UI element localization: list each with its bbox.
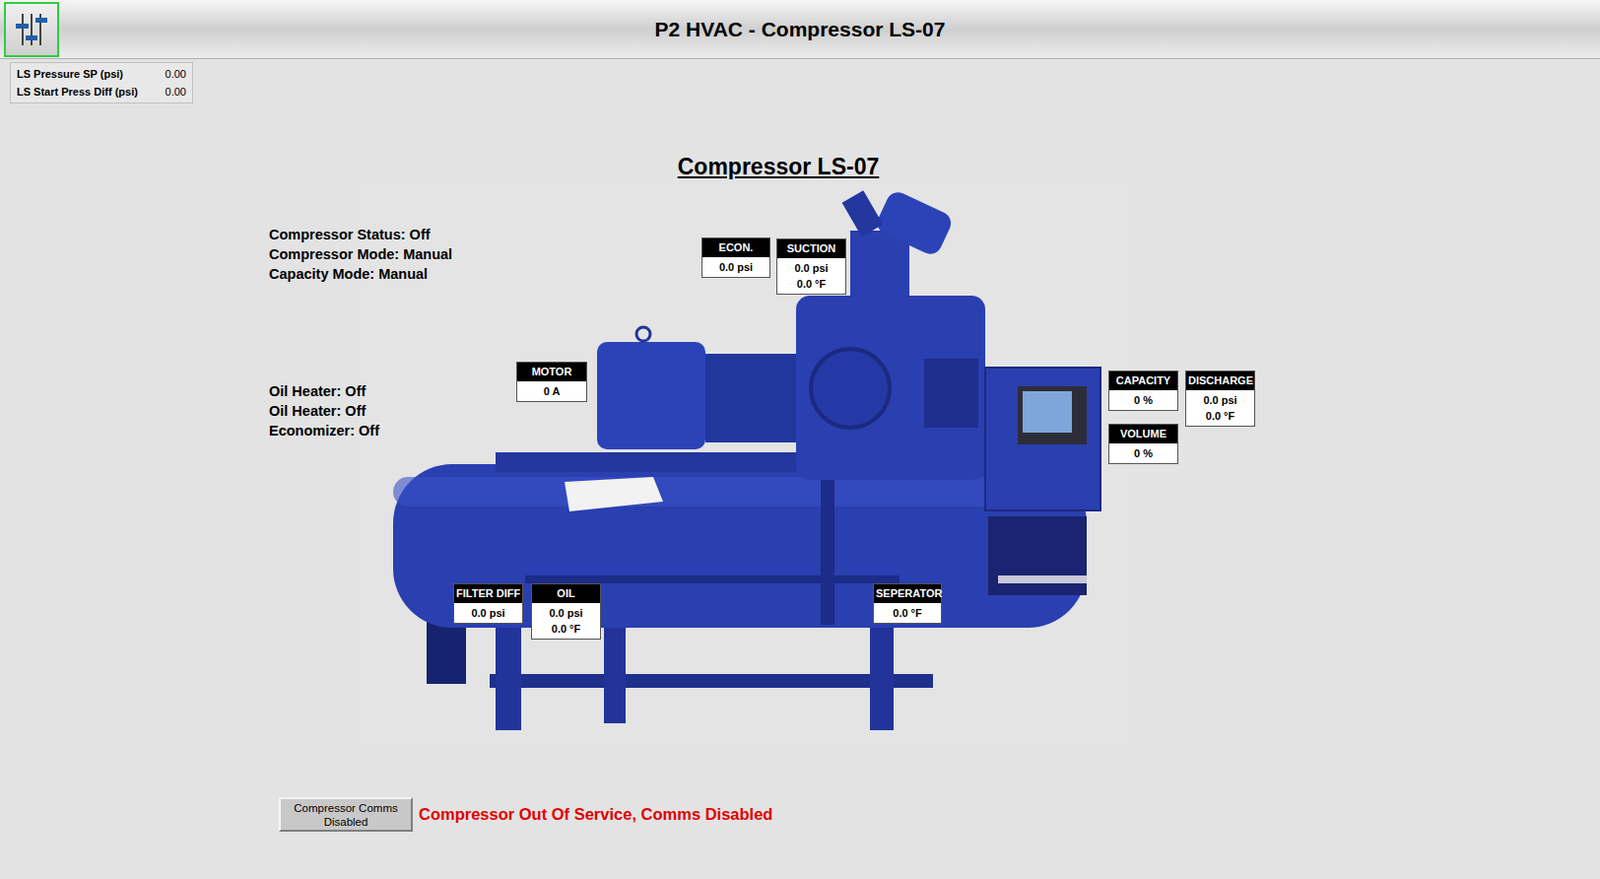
- setpoint-panel: LS Pressure SP (psi)0.00LS Start Press D…: [9, 62, 194, 104]
- gauge-label: OIL: [532, 584, 600, 603]
- gauge-label: FILTER DIFF: [454, 584, 523, 603]
- comms-row: Compressor Comms DisabledCompressor Out …: [278, 797, 773, 832]
- app: P2 HVAC - Compressor LS-07 LS Pressure SP…: [0, 0, 1600, 879]
- gauge-value: 0.0 °F: [532, 620, 600, 637]
- canvas: LS Pressure SP (psi)0.00LS Start Press D…: [0, 59, 1600, 879]
- gauge-value: 0 %: [1109, 445, 1178, 462]
- gauge-box: CAPACITY0 %: [1108, 370, 1179, 411]
- heater-line: Oil Heater: Off: [268, 400, 380, 421]
- gauge-value: 0.0 °F: [777, 275, 846, 292]
- status-line: Compressor Status: Off: [268, 224, 453, 245]
- gauge-value: 0.0 °F: [1186, 407, 1255, 424]
- gauge-label: VOLUME: [1109, 424, 1178, 444]
- gauge-box: SUCTION0.0 psi0.0 °F: [776, 238, 847, 295]
- gauge-value: 0 %: [1109, 392, 1178, 408]
- menu-button[interactable]: [3, 1, 60, 58]
- status-block: Compressor Status: OffCompressor Mode: M…: [268, 224, 453, 284]
- heater-line: Oil Heater: Off: [268, 381, 380, 401]
- setpoint-row: LS Pressure SP (psi)0.00: [16, 65, 187, 83]
- gauge-label: ECON.: [702, 238, 770, 258]
- heater-line: Economizer: Off: [268, 420, 380, 441]
- gauge-label: DISCHARGE: [1186, 371, 1255, 391]
- gauge-box: ECON.0.0 psi: [701, 237, 771, 278]
- gauge-box: VOLUME0 %: [1108, 423, 1179, 465]
- gauge-value: 0.0 psi: [532, 604, 600, 621]
- comms-button[interactable]: Compressor Comms Disabled: [278, 797, 413, 832]
- gauge-value: 0.0 °F: [873, 604, 941, 621]
- comms-message: Compressor Out Of Service, Comms Disable…: [418, 801, 773, 827]
- status-line: Compressor Mode: Manual: [268, 244, 453, 265]
- gauge-label: MOTOR: [517, 362, 587, 382]
- gauge-value: 0.0 psi: [702, 259, 770, 275]
- sliders-icon: [11, 9, 52, 50]
- gauge-box: DISCHARGE0.0 psi0.0 °F: [1185, 370, 1256, 427]
- status-line: Capacity Mode: Manual: [268, 264, 453, 284]
- title-bar: P2 HVAC - Compressor LS-07: [0, 0, 1600, 60]
- gauge-value: 0.0 psi: [454, 604, 523, 621]
- page-title: P2 HVAC - Compressor LS-07: [655, 13, 946, 46]
- compressor-title: Compressor LS-07: [630, 149, 927, 185]
- gauge-value: 0.0 psi: [777, 260, 846, 276]
- gauge-value: 0.0 psi: [1186, 392, 1255, 408]
- gauge-box: SEPERATOR0.0 °F: [872, 583, 942, 624]
- setpoint-row: LS Start Press Diff (psi)0.00: [16, 82, 187, 101]
- gauge-box: FILTER DIFF0.0 psi: [453, 583, 524, 624]
- gauge-box: OIL0.0 psi0.0 °F: [531, 583, 601, 640]
- gauge-label: SEPERATOR: [873, 584, 941, 603]
- heater-block: Oil Heater: OffOil Heater: OffEconomizer…: [268, 381, 380, 441]
- gauge-box: MOTOR0 A: [516, 361, 588, 402]
- gauge-label: SUCTION: [777, 239, 846, 259]
- gauge-value: 0 A: [517, 383, 587, 400]
- gauge-label: CAPACITY: [1109, 371, 1178, 391]
